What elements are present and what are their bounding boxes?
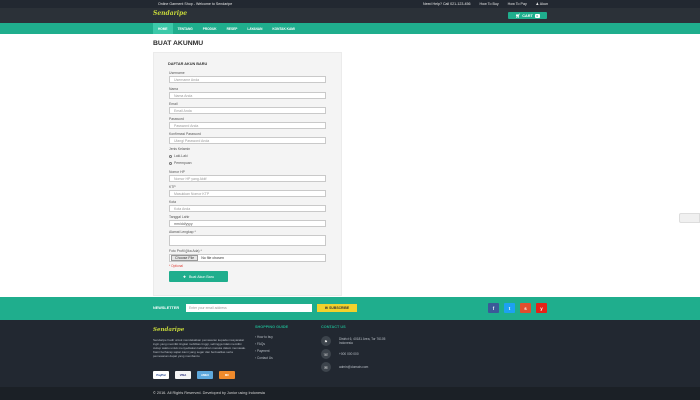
contact-email[interactable]: admin@domain.com	[339, 365, 368, 369]
email-label: Email	[169, 102, 178, 106]
account-label: Akun	[539, 2, 548, 6]
name-label: Nama	[169, 87, 179, 91]
googleplus-icon[interactable]: s	[520, 303, 531, 313]
city-input[interactable]: Kota Anda	[169, 205, 326, 212]
footer-link-how-to-buy[interactable]: › How to buy	[255, 335, 273, 339]
newsletter-label: NEWSLETTER	[153, 306, 180, 310]
link-label: Payment	[256, 349, 270, 353]
gender-option-female[interactable]: Perempuan	[169, 161, 192, 165]
contact-us-heading: CONTACT US	[321, 325, 346, 329]
paypal-icon: PayPal	[153, 371, 169, 379]
name-input[interactable]: Nama Anda	[169, 92, 326, 99]
account-link[interactable]: ♟ Akun	[536, 2, 548, 6]
address-textarea[interactable]	[169, 235, 326, 246]
copyright-bar: © 2016. All Rights Reserved. Developed b…	[0, 387, 700, 400]
city-label: Kota	[169, 200, 176, 204]
confirm-password-label: Konfirmasi Password	[169, 132, 201, 136]
twitter-icon[interactable]: t	[504, 303, 515, 313]
header	[0, 8, 700, 23]
top-links: Need Help? Call 021-123-456 How To Buy H…	[423, 2, 548, 6]
phone-icon: ☏	[321, 349, 331, 359]
footer-link-contact[interactable]: › Contact Us	[255, 356, 273, 360]
visa-icon: VISA	[175, 371, 191, 379]
nav-home[interactable]: HOME	[153, 23, 173, 34]
newsletter-email-input[interactable]: Enter your email address	[186, 304, 312, 312]
choose-file-button[interactable]: Choose File	[171, 255, 199, 261]
phone-input[interactable]: Nomor HP yang Aktif	[169, 175, 326, 182]
nav-produk[interactable]: PRODUK	[198, 23, 222, 34]
user-icon: ♟	[535, 2, 539, 6]
submit-label: Buat Akun Baru	[189, 274, 214, 279]
cart-label: CART	[522, 13, 533, 18]
mastercard-icon: MC	[219, 371, 235, 379]
contact-address: District 6, 40181 Area, Tor 76105 Indone…	[339, 337, 386, 346]
footer-logo: Sendaripe	[153, 327, 185, 333]
username-label: Username	[169, 71, 185, 75]
address-label: Alamat Lengkap *	[169, 230, 196, 234]
link-label: FAQs	[256, 342, 265, 346]
footer-about-text: Sendaripe hadir untuk mendekatkan pemasa…	[153, 338, 246, 359]
envelope-icon: ✉	[321, 362, 331, 372]
site-logo[interactable]: Sendaripe	[153, 10, 187, 17]
cart-count-badge: 0	[534, 13, 540, 18]
birthdate-input[interactable]: mm/dd/yyyy	[169, 220, 326, 227]
password-input[interactable]: Password Anda	[169, 122, 326, 129]
cart-button[interactable]: 🛒︎ CART 0	[508, 12, 547, 19]
form-heading: DAFTAR AKUN BARU	[168, 62, 208, 66]
how-to-pay-link[interactable]: How To Pay	[508, 2, 527, 6]
nav-tentang[interactable]: TENTANG	[173, 23, 198, 34]
amex-icon: AMEX	[197, 371, 213, 379]
envelope-icon: ✉	[324, 306, 328, 310]
submit-button[interactable]: ✚ Buat Akun Baru	[169, 271, 228, 282]
ktp-label: KTP	[169, 185, 176, 189]
subscribe-button[interactable]: ✉ SUBSCRIBE	[317, 304, 357, 312]
copyright-text: © 2016. All Rights Reserved. Developed b…	[153, 391, 265, 395]
nav-kontak[interactable]: KONTAK KAMI	[267, 23, 299, 34]
radio-icon[interactable]	[169, 161, 172, 165]
confirm-password-input[interactable]: Ulangi Password Anda	[169, 137, 326, 144]
top-bar: Online Garment Shop - Welcome to Sendari…	[0, 0, 700, 8]
side-scroll-tab[interactable]	[679, 213, 700, 223]
nav-resep[interactable]: RESEP	[222, 23, 243, 34]
photo-file-input[interactable]: Choose File No file chosen	[169, 254, 326, 262]
youtube-icon[interactable]: y	[536, 303, 547, 313]
password-label: Password	[169, 117, 184, 121]
birthdate-label: Tanggal Lahir	[169, 215, 190, 219]
footer-link-faqs[interactable]: › FAQs	[255, 342, 265, 346]
link-label: Contact Us	[256, 356, 273, 360]
subscribe-label: SUBSCRIBE	[329, 306, 350, 310]
gender-label: Jenis Kelamin	[169, 147, 191, 151]
page-title: BUAT AKUNMU	[153, 40, 204, 47]
ktp-input[interactable]: Masukkan Nomor KTP	[169, 190, 326, 197]
help-phone[interactable]: Need Help? Call 021-123-456	[423, 2, 471, 6]
optional-note: * Optional	[169, 264, 183, 268]
contact-phone: +000 000 000	[339, 352, 359, 356]
map-marker-icon: ⚑	[321, 336, 331, 346]
gender-female-label: Perempuan	[174, 161, 192, 165]
user-plus-icon: ✚	[183, 274, 187, 279]
file-status: No file chosen	[201, 256, 224, 260]
how-to-buy-link[interactable]: How To Buy	[480, 2, 499, 6]
shopping-guide-heading: SHOPPING GUIDE	[255, 325, 289, 329]
phone-label: Nomor HP	[169, 170, 185, 174]
link-label: How to buy	[256, 335, 273, 339]
photo-label: Foto Profil (jika Ada) *	[169, 249, 202, 253]
main-nav: HOME TENTANG PRODUK RESEP LAYANAN KONTAK…	[0, 23, 700, 34]
username-input[interactable]: Username Anda	[169, 76, 326, 83]
gender-option-male[interactable]: Laki-Laki	[169, 154, 188, 158]
cart-icon: 🛒︎	[515, 14, 521, 18]
nav-layanan[interactable]: LAYANAN	[242, 23, 267, 34]
facebook-icon[interactable]: f	[488, 303, 499, 313]
radio-icon[interactable]	[169, 154, 172, 158]
footer-link-payment[interactable]: › Payment	[255, 349, 270, 353]
gender-male-label: Laki-Laki	[174, 154, 188, 158]
email-input[interactable]: Email Anda	[169, 107, 326, 114]
welcome-text: Online Garment Shop - Welcome to Sendari…	[158, 2, 233, 6]
